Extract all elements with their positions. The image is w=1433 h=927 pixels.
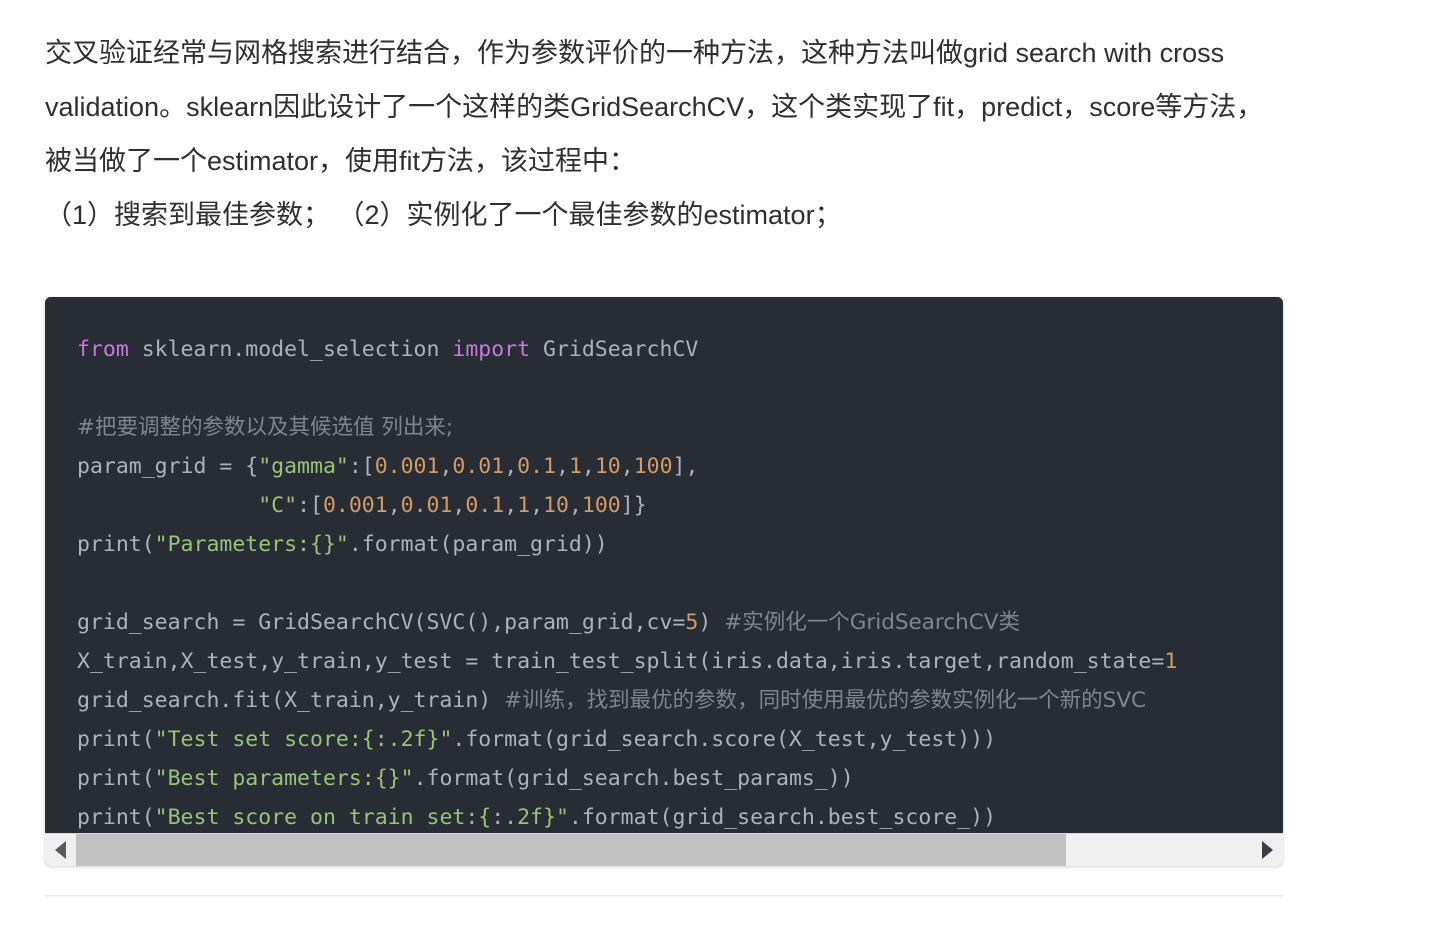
code-token: print( [77,727,155,752]
code-token: 1 [517,493,531,518]
code-line: "C":[0.001,0.01,0.1,1,10,100]} [77,486,1283,525]
code-token: , [504,493,518,518]
code-line: from sklearn.model_selection import Grid… [77,330,1283,369]
code-line: print("Parameters:{}".format(param_grid)… [77,525,1283,564]
article-body: 交叉验证经常与网格搜索进行结合，作为参数评价的一种方法，这种方法叫做grid s… [45,26,1285,242]
code-token: grid_search.fit(X_train,y_train) [77,688,505,713]
code-token: param_grid = { [77,454,259,479]
code-token: , [439,454,453,479]
code-token: print( [77,766,155,791]
code-token: .format(grid_search.best_params_)) [413,766,854,791]
code-token: , [530,493,544,518]
code-token: , [568,493,582,518]
code-token: 0.1 [465,493,505,518]
code-block-container: from sklearn.model_selection import Grid… [45,297,1283,866]
code-token: #训练，找到最优的参数，同时使用最优的参数实例化一个新的SVC [504,688,1147,713]
code-token: .format(param_grid)) [348,532,608,557]
code-token: print( [77,532,155,557]
code-line: print("Best parameters:{}".format(grid_s… [77,759,1283,798]
code-token: #把要调整的参数以及其候选值 列出来; [77,415,454,440]
code-line: print("Test set score:{:.2f}".format(gri… [77,720,1283,759]
code-token: 10 [594,454,621,479]
code-content: from sklearn.model_selection import Grid… [45,330,1283,833]
code-token: "Best score on train set:{:.2f}" [154,805,569,830]
code-token: .format(grid_search.score(X_test,y_test)… [452,727,997,752]
code-token: :[ [348,454,375,479]
code-token: 100 [633,454,673,479]
code-token: .format(grid_search.best_score_)) [568,805,997,830]
paragraph-2: （1）搜索到最佳参数； （2）实例化了一个最佳参数的estimator； [45,200,842,230]
code-token: print( [77,805,155,830]
scrollbar-thumb[interactable] [76,834,1066,866]
code-token: , [387,493,401,518]
code-line: grid_search.fit(X_train,y_train) #训练，找到最… [77,681,1283,720]
code-line: grid_search = GridSearchCV(SVC(),param_g… [77,603,1283,642]
code-horizontal-scrollbar[interactable] [45,833,1283,866]
code-token: 0.001 [374,454,440,479]
code-token: "Test set score:{:.2f}" [154,727,453,752]
chevron-left-icon [55,841,66,859]
code-block[interactable]: from sklearn.model_selection import Grid… [45,297,1283,833]
code-token: ], [672,454,699,479]
code-token: , [504,454,518,479]
code-token: 1 [568,454,582,479]
scroll-right-button[interactable] [1252,834,1283,866]
code-token: ) [698,610,725,635]
code-token: 0.1 [517,454,556,479]
code-token: import [452,337,531,362]
code-token: 0.001 [322,493,388,518]
scrollbar-track[interactable] [76,834,1252,866]
code-token: from [77,337,129,362]
code-token: 10 [543,493,569,518]
code-token: 0.01 [452,454,505,479]
scroll-left-button[interactable] [45,834,76,866]
code-token: , [555,454,569,479]
chevron-right-icon [1262,841,1273,859]
code-token: , [620,454,634,479]
code-token: ]} [620,493,647,518]
code-token: GridSearchCV [530,337,699,362]
code-line: X_train,X_test,y_train,y_test = train_te… [77,642,1283,681]
code-token: :[ [297,493,323,518]
code-token: "C" [258,493,298,518]
code-token: 1 [1164,649,1178,674]
code-token: #实例化一个GridSearchCV类 [724,610,1020,635]
code-token: 100 [581,493,621,518]
code-token: , [452,493,466,518]
code-token: 5 [685,610,699,635]
code-token: sklearn.model_selection [128,337,453,362]
code-token: "Best parameters:{}" [154,766,414,791]
paragraph-1: 交叉验证经常与网格搜索进行结合，作为参数评价的一种方法，这种方法叫做grid s… [45,38,1264,176]
code-token: "Parameters:{}" [154,532,349,557]
code-token: "gamma" [258,454,349,479]
code-token: 0.01 [400,493,453,518]
code-line: print("Best score on train set:{:.2f}".f… [77,798,1283,833]
code-token: grid_search = GridSearchCV(SVC(),param_g… [77,610,686,635]
code-line: param_grid = {"gamma":[0.001,0.01,0.1,1,… [77,447,1283,486]
code-token: X_train,X_test,y_train,y_test = train_te… [77,649,1165,674]
code-block-shadow [45,895,1283,898]
code-line: #把要调整的参数以及其候选值 列出来; [77,408,1283,447]
code-token: , [581,454,595,479]
